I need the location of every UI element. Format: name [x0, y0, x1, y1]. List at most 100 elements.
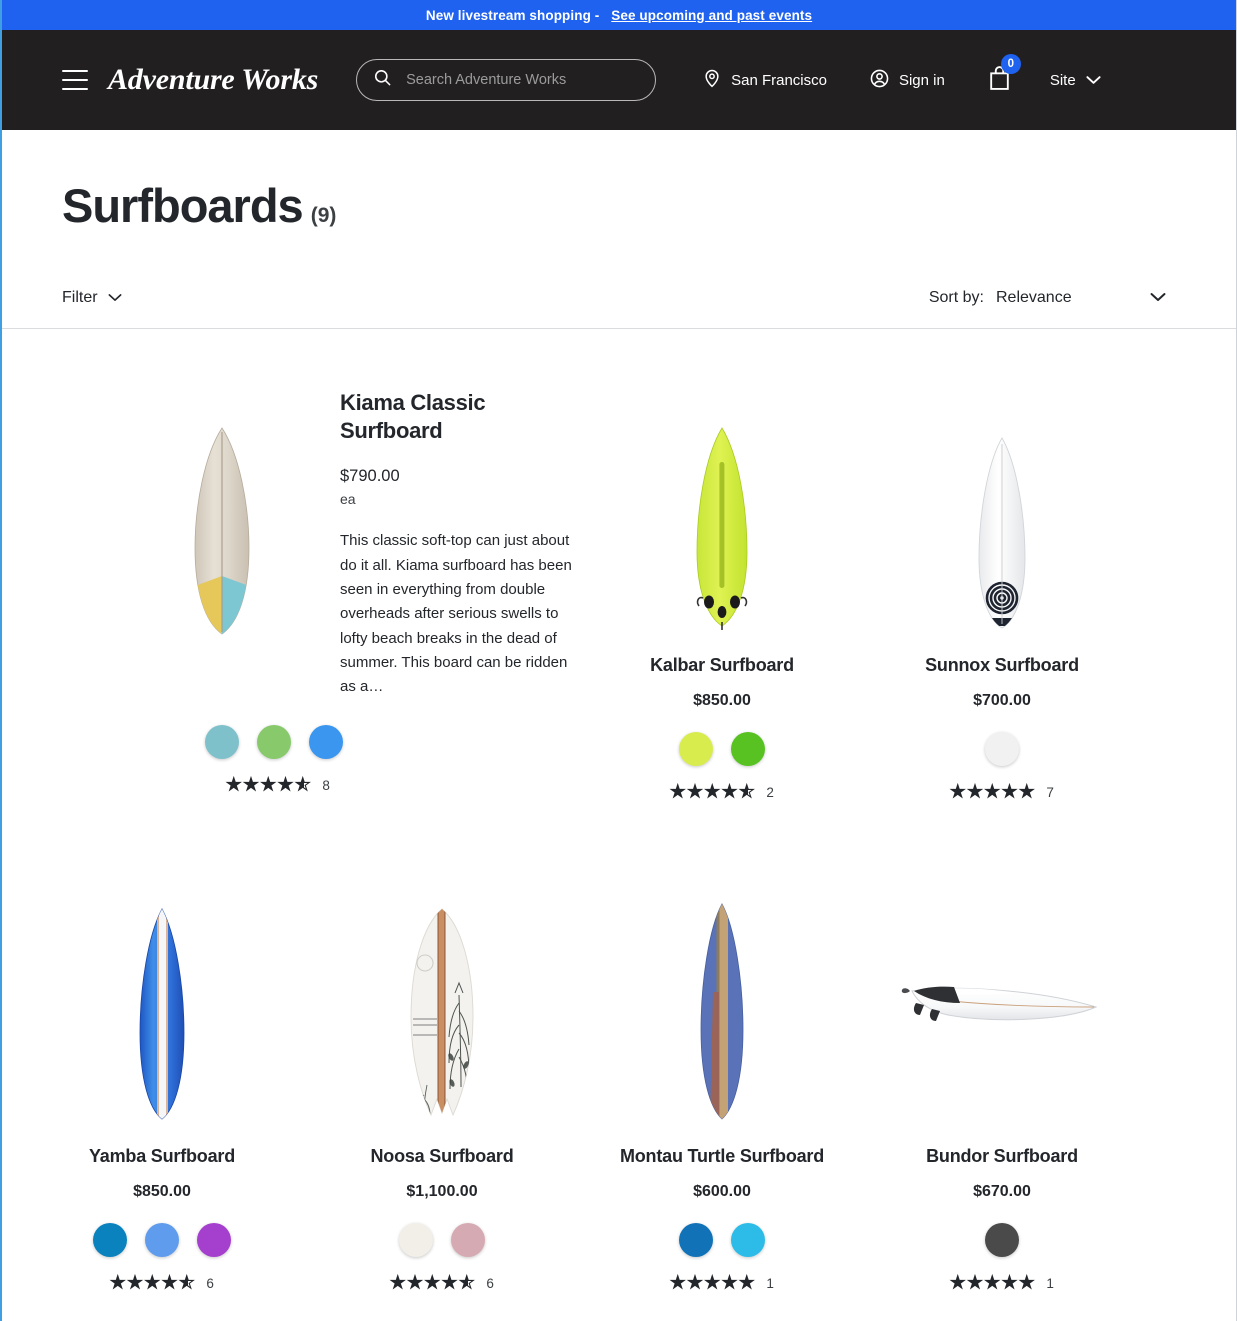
- product-card-sunnox[interactable]: Sunnox Surfboard $700.00 ★★★★★ ★★★★★ 7: [862, 329, 1142, 801]
- product-rating: ★★★★★ ★★★★★ 6: [390, 1273, 494, 1293]
- filter-button[interactable]: Filter: [62, 289, 122, 307]
- rating-count: 8: [322, 778, 330, 793]
- sort-value: Relevance: [996, 288, 1072, 306]
- product-image-yamba[interactable]: [134, 887, 190, 1122]
- rating-count: 7: [1046, 785, 1054, 800]
- color-swatches: [399, 1223, 485, 1257]
- sort-label: Sort by:: [928, 288, 984, 306]
- location-selector[interactable]: San Francisco: [702, 68, 827, 92]
- color-swatches: [679, 1223, 765, 1257]
- product-name[interactable]: Kiama Classic Surfboard: [340, 389, 580, 445]
- product-image-noosa[interactable]: [403, 887, 481, 1122]
- product-rating: ★★★★★ ★★★★★ 1: [950, 1273, 1054, 1293]
- sort-select[interactable]: Relevance: [996, 289, 1166, 307]
- filter-sort-bar: Filter Sort by: Relevance: [2, 267, 1236, 329]
- search-box[interactable]: [356, 59, 657, 101]
- rating-count: 6: [486, 1276, 494, 1291]
- rating-count: 1: [1046, 1276, 1054, 1291]
- rating-count: 2: [766, 785, 774, 800]
- color-swatch[interactable]: [197, 1223, 231, 1257]
- color-swatch[interactable]: [451, 1223, 485, 1257]
- location-label: San Francisco: [731, 71, 827, 89]
- brand-logo[interactable]: Adventure Works: [108, 63, 318, 97]
- feature-swatch-rating: ★★★★★ ★★★★★ 8: [205, 703, 343, 794]
- color-swatch[interactable]: [399, 1223, 433, 1257]
- color-swatch[interactable]: [93, 1223, 127, 1257]
- star-rating: ★★★★★ ★★★★★: [950, 1273, 1037, 1293]
- site-header: Adventure Works San Francisco: [2, 30, 1236, 130]
- chevron-down-icon: [108, 289, 122, 307]
- star-rating: ★★★★★ ★★★★★: [950, 782, 1037, 802]
- star-rating: ★★★★★ ★★★★★: [670, 782, 757, 802]
- product-name[interactable]: Noosa Surfboard: [370, 1146, 513, 1167]
- star-rating: ★★★★★ ★★★★★: [110, 1273, 197, 1293]
- sort-control[interactable]: Sort by: Relevance: [929, 289, 1166, 307]
- cart-button[interactable]: 0: [987, 54, 1021, 96]
- promo-link[interactable]: See upcoming and past events: [611, 8, 812, 23]
- product-uom: ea: [340, 491, 356, 508]
- page-title: Surfboards: [62, 179, 304, 232]
- product-row: Yamba Surfboard $850.00 ★★★★★ ★★★★★ 6: [22, 835, 1216, 1292]
- color-swatch[interactable]: [679, 732, 713, 766]
- product-price: $700.00: [973, 692, 1031, 709]
- site-selector[interactable]: Site: [1050, 72, 1101, 89]
- product-card-yamba[interactable]: Yamba Surfboard $850.00 ★★★★★ ★★★★★ 6: [22, 835, 302, 1292]
- color-swatches: [93, 1223, 231, 1257]
- star-rating: ★★★★★ ★★★★★: [390, 1273, 477, 1293]
- chevron-down-icon: [1086, 72, 1101, 89]
- product-name[interactable]: Kalbar Surfboard: [650, 655, 794, 676]
- product-card-kalbar[interactable]: Kalbar Surfboard $850.00 ★★★★★ ★★★★★ 2: [582, 329, 862, 801]
- product-price: $600.00: [693, 1183, 751, 1200]
- signin-button[interactable]: Sign in: [869, 68, 945, 93]
- product-card-montau-turtle[interactable]: Montau Turtle Surfboard $600.00 ★★★★★ ★★…: [582, 835, 862, 1292]
- color-swatch[interactable]: [731, 732, 765, 766]
- product-info-kiama: Kiama Classic Surfboard $790.00 ea This …: [340, 381, 580, 801]
- product-name[interactable]: Sunnox Surfboard: [925, 655, 1079, 676]
- site-label: Site: [1049, 71, 1076, 89]
- product-rating: ★★★★★ ★★★★★ 7: [950, 782, 1054, 802]
- chevron-down-icon: [1150, 289, 1166, 307]
- color-swatch[interactable]: [985, 732, 1019, 766]
- product-grid: Kiama Classic Surfboard $790.00 ea This …: [2, 329, 1236, 1292]
- star-rating: ★★★★★ ★★★★★: [670, 1273, 757, 1293]
- color-swatch[interactable]: [731, 1223, 765, 1257]
- color-swatch[interactable]: [205, 725, 239, 759]
- color-swatch[interactable]: [679, 1223, 713, 1257]
- product-price: $790.00: [340, 467, 400, 486]
- color-swatches: [205, 725, 343, 759]
- page-title-area: Surfboards (9): [2, 130, 1236, 233]
- color-swatch[interactable]: [145, 1223, 179, 1257]
- color-swatches: [679, 732, 765, 766]
- promo-banner: New livestream shopping - See upcoming a…: [2, 0, 1236, 30]
- product-card-noosa[interactable]: Noosa Surfboard $1,100.00 ★★★★★ ★★★★★ 6: [302, 835, 582, 1292]
- color-swatch[interactable]: [985, 1223, 1019, 1257]
- product-rating: ★★★★★ ★★★★★ 1: [670, 1273, 774, 1293]
- search-input[interactable]: [404, 71, 640, 89]
- result-count: (9): [310, 204, 337, 227]
- product-row: Kiama Classic Surfboard $790.00 ea This …: [22, 329, 1216, 801]
- product-card-bundor[interactable]: Bundor Surfboard $670.00 ★★★★★ ★★★★★ 1: [862, 835, 1142, 1292]
- product-rating: ★★★★★ ★★★★★ 6: [110, 1273, 214, 1293]
- user-icon: [869, 68, 890, 93]
- product-name[interactable]: Bundor Surfboard: [926, 1146, 1078, 1167]
- product-image-kiama[interactable]: [152, 381, 292, 681]
- star-rating: ★★★★★ ★★★★★: [226, 775, 313, 795]
- product-image-kalbar[interactable]: [687, 381, 757, 631]
- product-price: $850.00: [133, 1183, 191, 1200]
- menu-icon[interactable]: [62, 70, 88, 90]
- product-image-montau-turtle[interactable]: [695, 887, 749, 1122]
- product-name[interactable]: Yamba Surfboard: [89, 1146, 235, 1167]
- product-image-sunnox[interactable]: [971, 381, 1033, 631]
- color-swatches: [985, 732, 1019, 766]
- product-price: $670.00: [973, 1183, 1031, 1200]
- color-swatch[interactable]: [257, 725, 291, 759]
- page-root: New livestream shopping - See upcoming a…: [0, 0, 1237, 1321]
- product-price: $1,100.00: [406, 1183, 478, 1200]
- product-rating: ★★★★★ ★★★★★ 8: [213, 775, 343, 795]
- product-image-bundor[interactable]: [896, 887, 1108, 1122]
- product-rating: ★★★★★ ★★★★★ 2: [670, 782, 774, 802]
- product-description: This classic soft-top can just about do …: [340, 532, 572, 696]
- product-name[interactable]: Montau Turtle Surfboard: [620, 1146, 824, 1167]
- filter-label: Filter: [62, 288, 98, 306]
- color-swatch[interactable]: [309, 725, 343, 759]
